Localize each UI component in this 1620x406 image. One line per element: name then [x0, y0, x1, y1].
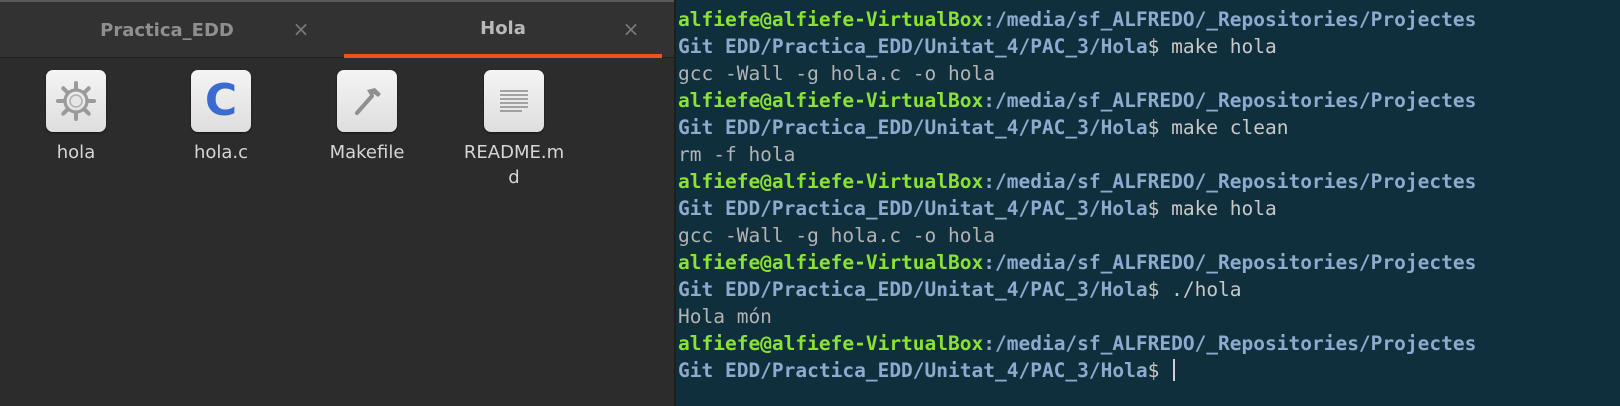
prompt-path: Git EDD/Practica_EDD/Unitat_4/PAC_3/Hola: [678, 197, 1148, 220]
terminal-line: Git EDD/Practica_EDD/Unitat_4/PAC_3/Hola…: [678, 114, 1620, 141]
tab-practica-edd[interactable]: Practica_EDD ×: [0, 2, 334, 58]
file-item-readme[interactable]: README.md: [456, 70, 572, 190]
terminal-line: Git EDD/Practica_EDD/Unitat_4/PAC_3/Hola…: [678, 33, 1620, 60]
terminal-line: alfiefe@alfiefe-VirtualBox:/media/sf_ALF…: [678, 249, 1620, 276]
tab-label: Practica_EDD: [100, 19, 234, 41]
hammer-icon: [337, 70, 397, 132]
prompt-user: alfiefe@alfiefe-VirtualBox: [678, 332, 984, 355]
text-document-icon: [484, 70, 544, 132]
prompt-symbol: $: [1147, 35, 1160, 58]
terminal-line: Git EDD/Practica_EDD/Unitat_4/PAC_3/Hola…: [678, 195, 1620, 222]
prompt-path: :/media/sf_ALFREDO/_Repositories/Project…: [983, 251, 1477, 274]
file-item-hola-c[interactable]: C hola.c: [163, 70, 279, 165]
prompt-path: Git EDD/Practica_EDD/Unitat_4/PAC_3/Hola: [678, 35, 1148, 58]
file-manager-window: Practica_EDD × Hola × hola C hola.c Make…: [0, 0, 674, 406]
command-output: Hola món: [678, 305, 772, 328]
file-item-hola[interactable]: hola: [18, 70, 134, 165]
terminal-window[interactable]: alfiefe@alfiefe-VirtualBox:/media/sf_ALF…: [674, 0, 1620, 406]
terminal-line: Git EDD/Practica_EDD/Unitat_4/PAC_3/Hola…: [678, 357, 1620, 384]
command-text: ./hola: [1159, 278, 1242, 301]
prompt-path: Git EDD/Practica_EDD/Unitat_4/PAC_3/Hola: [678, 278, 1148, 301]
file-name: hola.c: [193, 142, 249, 163]
close-icon[interactable]: ×: [620, 18, 642, 40]
file-view[interactable]: hola C hola.c Makefile README.md: [0, 58, 674, 406]
prompt-symbol: $: [1147, 197, 1160, 220]
gear-icon: [46, 70, 106, 132]
terminal-line: alfiefe@alfiefe-VirtualBox:/media/sf_ALF…: [678, 168, 1620, 195]
prompt-user: alfiefe@alfiefe-VirtualBox: [678, 170, 984, 193]
prompt-symbol: $: [1147, 278, 1160, 301]
command-output: rm -f hola: [678, 143, 796, 166]
prompt-user: alfiefe@alfiefe-VirtualBox: [678, 89, 984, 112]
terminal-line: alfiefe@alfiefe-VirtualBox:/media/sf_ALF…: [678, 330, 1620, 357]
tab-label: Hola: [480, 17, 526, 39]
screen: Practica_EDD × Hola × hola C hola.c Make…: [0, 0, 1620, 406]
close-icon[interactable]: ×: [290, 18, 312, 40]
terminal-line: Git EDD/Practica_EDD/Unitat_4/PAC_3/Hola…: [678, 276, 1620, 303]
command-text: make clean: [1159, 116, 1289, 139]
prompt-symbol: $: [1147, 116, 1160, 139]
tab-hola[interactable]: Hola ×: [344, 2, 662, 58]
prompt-path: :/media/sf_ALFREDO/_Repositories/Project…: [983, 8, 1477, 31]
command-output: gcc -Wall -g hola.c -o hola: [678, 224, 995, 247]
file-name: hola: [56, 142, 96, 163]
command-output: gcc -Wall -g hola.c -o hola: [678, 62, 995, 85]
prompt-user: alfiefe@alfiefe-VirtualBox: [678, 251, 984, 274]
prompt-path: :/media/sf_ALFREDO/_Repositories/Project…: [983, 89, 1477, 112]
prompt-path: Git EDD/Practica_EDD/Unitat_4/PAC_3/Hola: [678, 116, 1148, 139]
prompt-path: :/media/sf_ALFREDO/_Repositories/Project…: [983, 170, 1477, 193]
prompt-user: alfiefe@alfiefe-VirtualBox: [678, 8, 984, 31]
c-source-icon: C: [191, 70, 251, 132]
text-cursor: [1173, 359, 1176, 381]
prompt-path: Git EDD/Practica_EDD/Unitat_4/PAC_3/Hola: [678, 359, 1148, 382]
file-name: Makefile: [329, 142, 405, 163]
command-text: make hola: [1159, 35, 1277, 58]
prompt-path: :/media/sf_ALFREDO/_Repositories/Project…: [983, 332, 1477, 355]
prompt-symbol: $: [1147, 359, 1160, 382]
c-letter: C: [204, 75, 238, 126]
terminal-line: alfiefe@alfiefe-VirtualBox:/media/sf_ALF…: [678, 87, 1620, 114]
terminal-line: alfiefe@alfiefe-VirtualBox:/media/sf_ALF…: [678, 6, 1620, 33]
file-item-makefile[interactable]: Makefile: [309, 70, 425, 165]
command-input[interactable]: [1159, 359, 1171, 382]
command-text: make hola: [1159, 197, 1277, 220]
tab-bar: Practica_EDD × Hola ×: [0, 0, 674, 58]
file-name: README.md: [463, 142, 565, 188]
